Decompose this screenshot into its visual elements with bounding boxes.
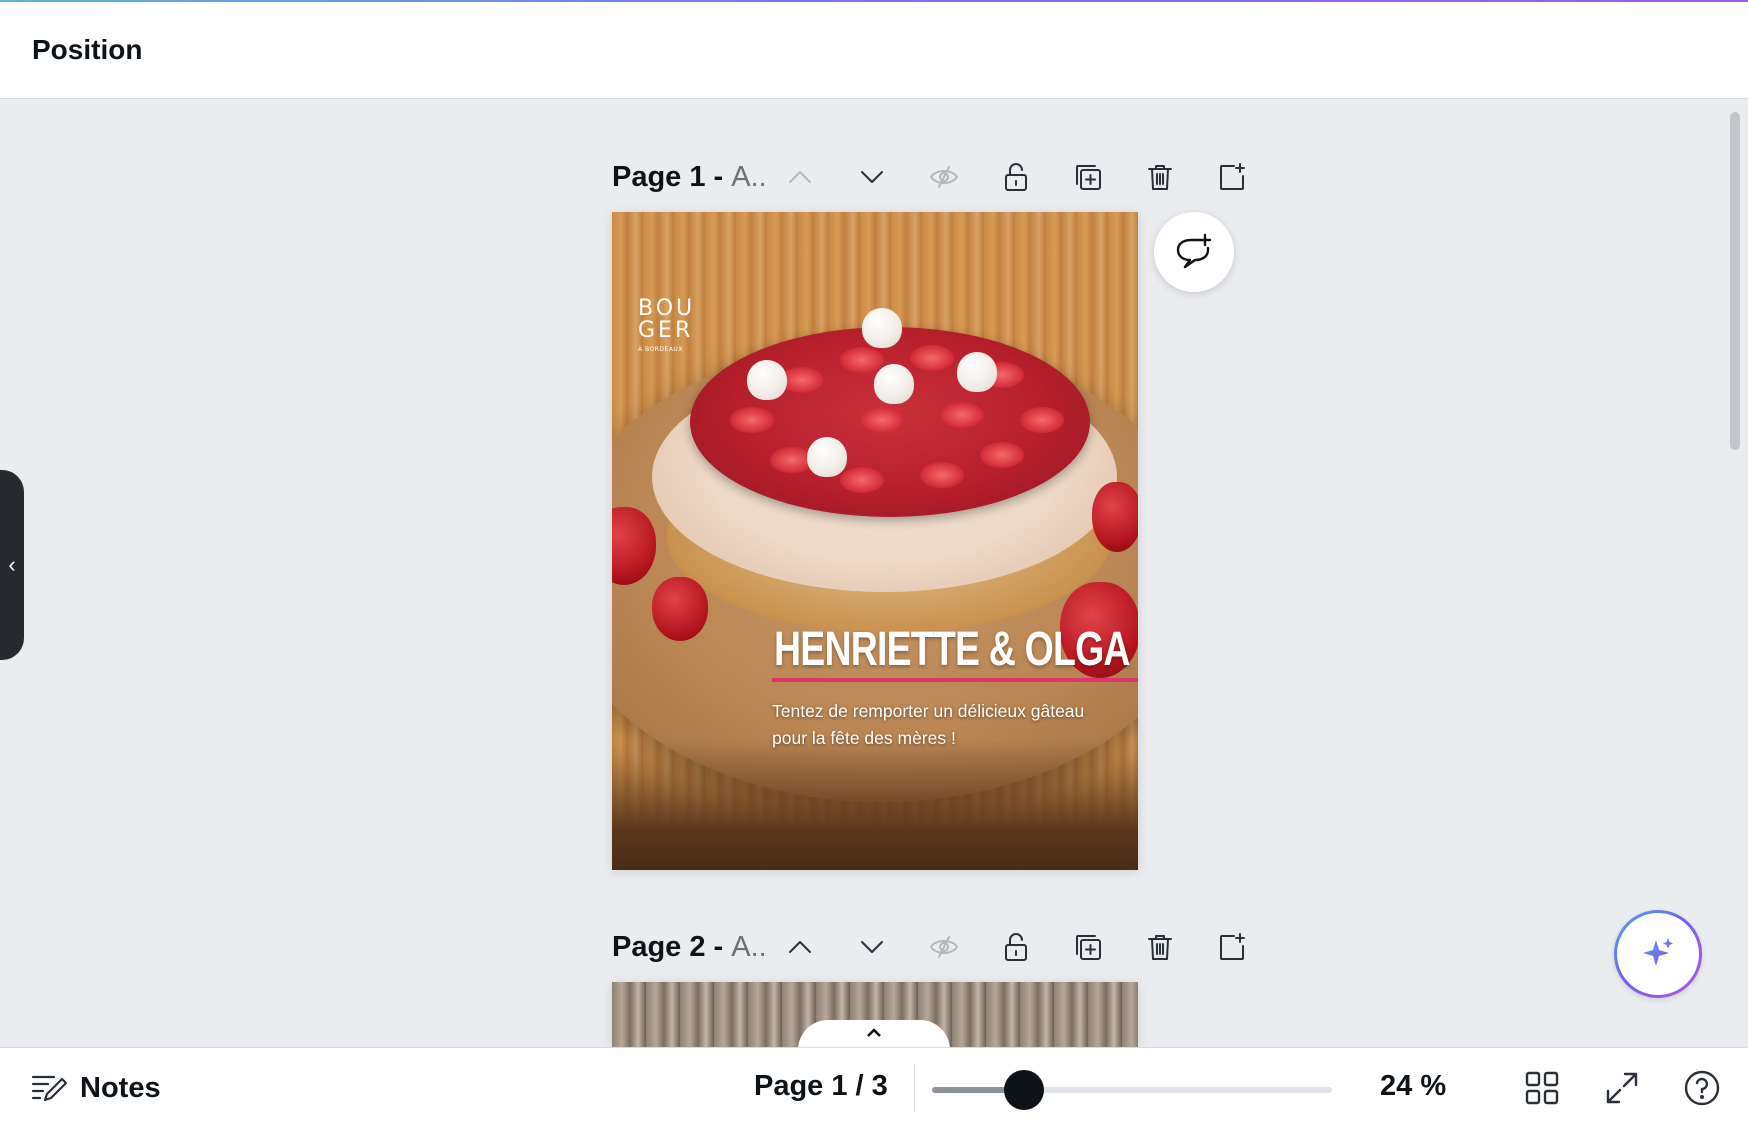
strawberry-slice	[840, 467, 884, 493]
trash-icon	[1148, 935, 1172, 960]
strawberry-slice	[980, 442, 1024, 468]
help-icon	[1684, 1070, 1720, 1106]
chevron-down-icon	[861, 171, 883, 183]
page-header-1: Page 1 - A..	[612, 152, 1252, 202]
strawberry	[652, 577, 708, 641]
add-page-icon	[1220, 933, 1245, 960]
unlock-icon	[1005, 933, 1027, 961]
grid-view-icon	[1525, 1071, 1559, 1105]
hide-page-button[interactable]	[924, 927, 964, 967]
strawberry-slice	[1020, 407, 1064, 433]
page-1-canvas[interactable]: BOU GER À BORDEAUX HENRIETTE & OLGA Tent…	[612, 212, 1138, 870]
chevron-up-icon	[867, 1028, 881, 1037]
zoom-slider-thumb[interactable]	[1004, 1070, 1044, 1110]
logo-text: BOU	[638, 296, 696, 321]
add-comment-button[interactable]	[1154, 212, 1234, 292]
eye-slash-icon	[930, 936, 958, 958]
chevron-down-icon	[861, 941, 883, 953]
duplicate-page-button[interactable]	[1068, 157, 1108, 197]
design-body-text[interactable]: Tentez de remporter un délicieux gâteau …	[772, 698, 1112, 752]
notes-label: Notes	[80, 1071, 161, 1104]
logo-subtext: À BORDEAUX	[638, 346, 683, 353]
side-panel-toggle[interactable]: ‹	[0, 470, 24, 660]
notes-button[interactable]: Notes	[30, 1066, 161, 1110]
page-name-label: A..	[731, 160, 767, 193]
page-name-label: A..	[731, 930, 767, 963]
panel-title: Position	[32, 34, 143, 65]
strawberry-slice	[860, 407, 904, 433]
strawberry-slice	[910, 345, 954, 371]
strawberry-slice	[840, 347, 884, 373]
move-page-down-button[interactable]	[852, 157, 892, 197]
move-page-down-button[interactable]	[852, 927, 892, 967]
expand-icon	[1606, 1072, 1638, 1104]
chevron-left-icon: ‹	[8, 552, 16, 577]
unlock-icon	[1005, 163, 1027, 191]
chevron-up-icon	[789, 941, 811, 953]
page-number-label: Page 1 -	[612, 160, 724, 193]
fullscreen-button[interactable]	[1600, 1066, 1644, 1110]
brand-logo: BOU GER À BORDEAUX	[638, 296, 708, 354]
meringue	[807, 437, 847, 477]
delete-page-button[interactable]	[1140, 157, 1180, 197]
trash-icon	[1148, 165, 1172, 190]
add-comment-icon	[1176, 233, 1212, 269]
add-page-button[interactable]	[1212, 157, 1252, 197]
magic-assistant-button[interactable]	[1614, 910, 1702, 998]
help-button[interactable]	[1680, 1066, 1724, 1110]
add-page-button[interactable]	[1212, 927, 1252, 967]
page-indicator[interactable]: Page 1 / 3	[754, 1070, 888, 1103]
chevron-up-icon	[789, 171, 811, 183]
strawberry-slice	[940, 402, 984, 428]
expand-pages-tab[interactable]	[798, 1020, 950, 1050]
lock-page-button[interactable]	[996, 157, 1036, 197]
divider	[914, 1064, 915, 1112]
meringue	[957, 352, 997, 392]
bottom-shade	[612, 740, 1138, 870]
top-bar: Position	[0, 2, 1748, 99]
grid-view-button[interactable]	[1520, 1066, 1564, 1110]
cake-strawberry-topping	[690, 327, 1090, 517]
vertical-scrollbar[interactable]	[1730, 112, 1740, 450]
page-title-1[interactable]: Page 1 - A..	[612, 161, 772, 194]
bottom-bar: Notes Page 1 / 3 24 %	[0, 1047, 1748, 1126]
delete-page-button[interactable]	[1140, 927, 1180, 967]
zoom-level[interactable]: 24 %	[1380, 1070, 1446, 1103]
page-title-2[interactable]: Page 2 - A..	[612, 931, 772, 964]
sparkle-icon	[1643, 938, 1673, 966]
headline-underline	[772, 678, 1138, 682]
strawberry-slice	[920, 462, 964, 488]
lock-page-button[interactable]	[996, 927, 1036, 967]
hide-page-button[interactable]	[924, 157, 964, 197]
move-page-up-button[interactable]	[780, 157, 820, 197]
add-page-icon	[1220, 163, 1245, 190]
strawberry-slice	[730, 407, 774, 433]
page-number-label: Page 2 -	[612, 930, 724, 963]
duplicate-icon	[1076, 165, 1101, 190]
eye-slash-icon	[930, 166, 958, 188]
design-headline[interactable]: HENRIETTE & OLGA	[774, 622, 1130, 677]
duplicate-icon	[1076, 935, 1101, 960]
zoom-slider[interactable]	[932, 1087, 1332, 1093]
strawberry	[1092, 482, 1138, 552]
logo-text: GER	[638, 318, 694, 343]
page-header-2: Page 2 - A..	[612, 922, 1252, 972]
meringue	[747, 360, 787, 400]
move-page-up-button[interactable]	[780, 927, 820, 967]
notes-icon	[31, 1075, 68, 1102]
duplicate-page-button[interactable]	[1068, 927, 1108, 967]
meringue	[862, 308, 902, 348]
meringue	[874, 364, 914, 404]
